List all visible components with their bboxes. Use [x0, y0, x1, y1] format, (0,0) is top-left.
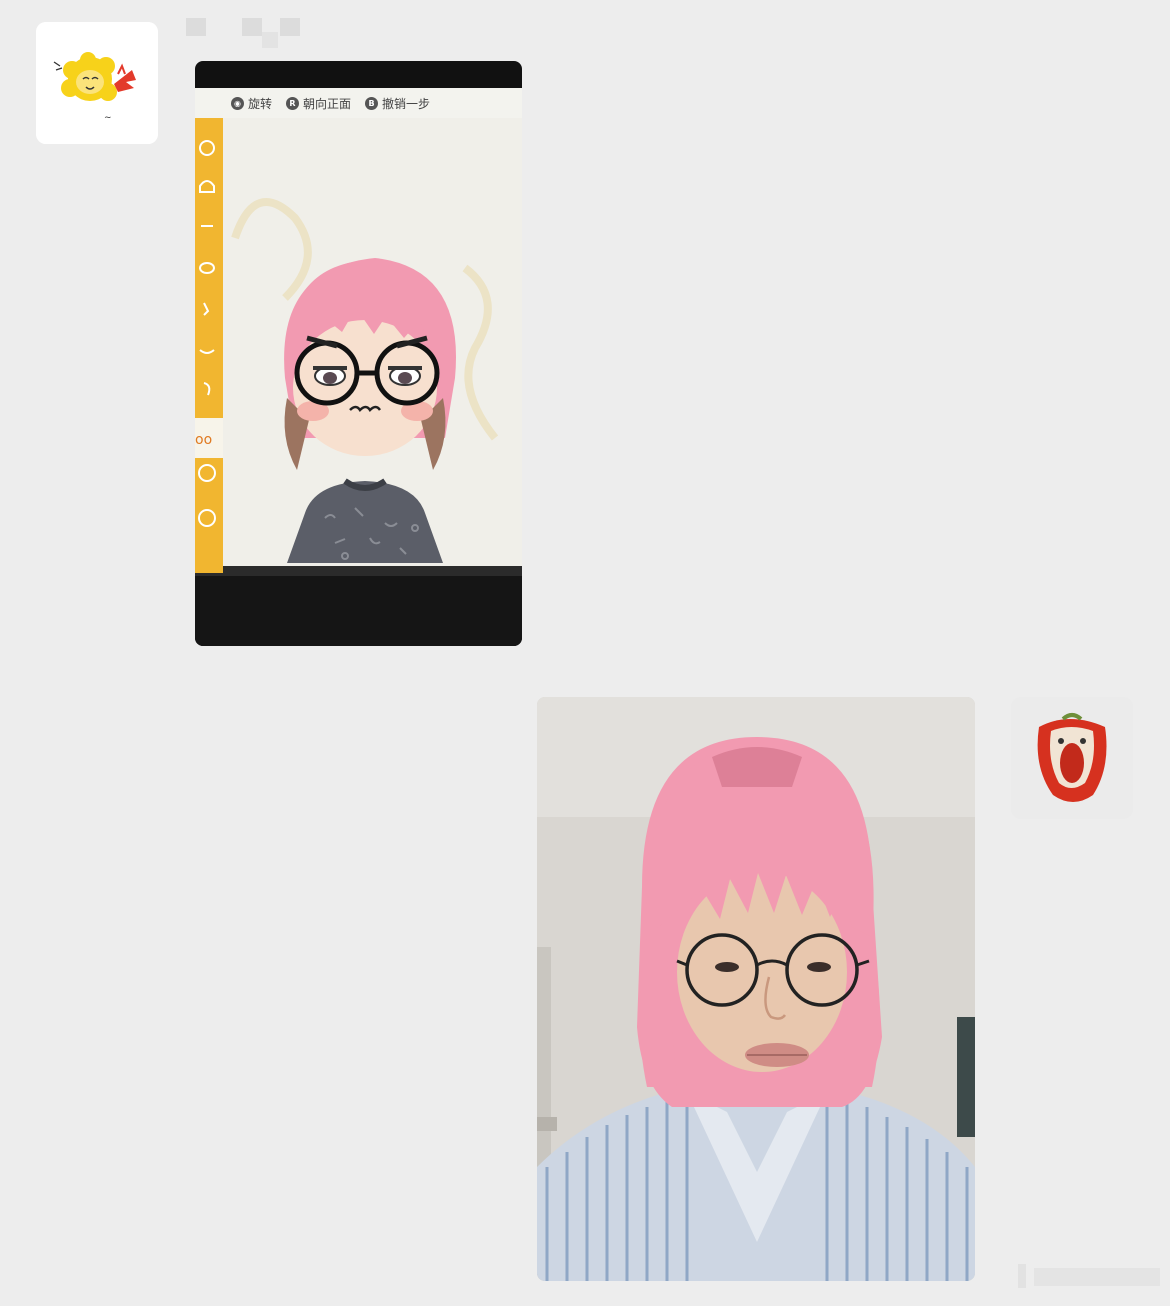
hint-face-front: R 朝向正面 [286, 95, 351, 112]
game-avatar-scene: oo [195, 118, 522, 646]
game-control-hints: ◉ 旋转 R 朝向正面 B 撤销一步 [195, 88, 522, 118]
watermark [1010, 1262, 1160, 1292]
stick-button-icon: ◉ [231, 96, 244, 110]
r-button-icon: R [286, 96, 300, 110]
selfie-photo [537, 697, 975, 1281]
svg-text:oo: oo [195, 432, 212, 448]
sender-name-blurred [186, 18, 306, 48]
b-button-icon: B [365, 96, 379, 110]
hint-rotate: ◉ 旋转 [231, 95, 272, 112]
red-pepper-face-icon [1011, 697, 1133, 819]
svg-text:~: ~ [104, 113, 112, 123]
hint-undo: B 撤销一步 [365, 95, 430, 112]
image-message-game-avatar[interactable]: ◉ 旋转 R 朝向正面 B 撤销一步 oo [195, 61, 522, 646]
hint-rotate-label: 旋转 [248, 96, 273, 111]
hint-undo-label: 撤销一步 [382, 96, 431, 111]
image-message-selfie[interactable] [537, 697, 975, 1281]
sender-avatar[interactable]: ~ [36, 22, 158, 144]
my-avatar[interactable] [1011, 697, 1133, 819]
cartoon-lion-sticker-icon: ~ [36, 22, 158, 144]
hint-face-front-label: 朝向正面 [303, 96, 352, 111]
